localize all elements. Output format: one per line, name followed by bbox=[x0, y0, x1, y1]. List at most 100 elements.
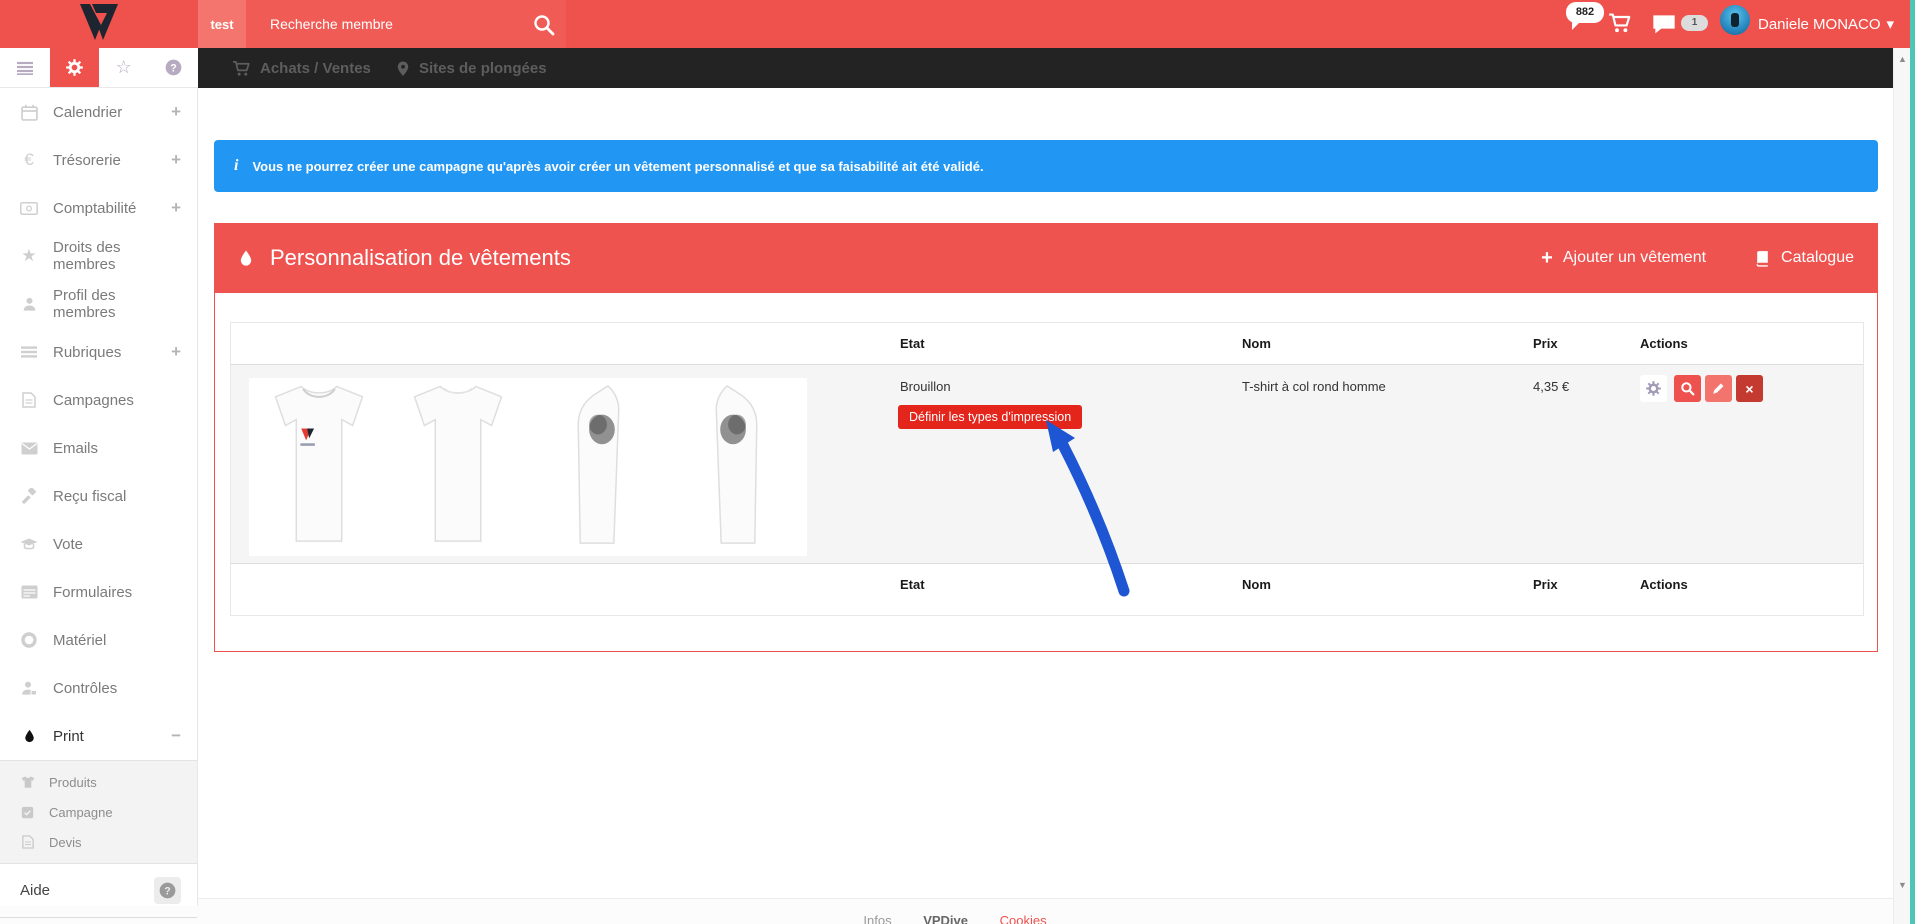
aide-row: Aide ? bbox=[0, 864, 197, 918]
product-image-front bbox=[249, 378, 389, 556]
banknote-icon bbox=[20, 199, 38, 217]
search-input[interactable] bbox=[246, 0, 526, 48]
nav-achats-ventes[interactable]: Achats / Ventes bbox=[232, 48, 371, 88]
submenu-item-produits[interactable]: Produits bbox=[0, 767, 197, 797]
product-image-side-left bbox=[668, 378, 808, 556]
tab-favorites[interactable]: ☆ bbox=[99, 48, 149, 87]
svg-text:?: ? bbox=[170, 62, 176, 74]
page-scrollbar[interactable]: ▲ ▼ bbox=[1893, 48, 1910, 924]
tab-settings[interactable] bbox=[50, 48, 100, 87]
org-chip[interactable]: test bbox=[198, 0, 246, 48]
expand-plus-icon[interactable]: + bbox=[171, 102, 181, 122]
row-actions: × bbox=[1640, 375, 1763, 402]
document-icon bbox=[20, 391, 38, 409]
list-icon bbox=[20, 343, 38, 361]
calendar-icon bbox=[20, 103, 38, 121]
submenu-item-campagne[interactable]: Campagne bbox=[0, 797, 197, 827]
delete-action-button[interactable]: × bbox=[1736, 375, 1763, 402]
view-action-button[interactable] bbox=[1674, 375, 1701, 402]
cart-icon[interactable] bbox=[1608, 12, 1632, 34]
edit-action-button[interactable] bbox=[1705, 375, 1732, 402]
aide-label: Aide bbox=[20, 882, 50, 899]
nav-label: Sites de plongées bbox=[419, 60, 547, 77]
scroll-up-arrow[interactable]: ▲ bbox=[1894, 54, 1911, 64]
print-submenu: Produits Campagne Devis bbox=[0, 760, 197, 864]
nav-label: Achats / Ventes bbox=[260, 60, 371, 77]
sidebar-item-campagnes[interactable]: Campagnes bbox=[0, 376, 197, 424]
collapse-minus-icon[interactable]: − bbox=[171, 726, 181, 746]
expand-plus-icon[interactable]: + bbox=[171, 342, 181, 362]
product-image-side-right bbox=[528, 378, 668, 556]
col-header-actions: Actions bbox=[1640, 336, 1688, 351]
user-name: Daniele MONACO bbox=[1758, 16, 1881, 33]
hamburger-icon bbox=[16, 61, 34, 75]
tab-menu[interactable] bbox=[0, 48, 50, 87]
svg-text:?: ? bbox=[164, 885, 170, 897]
avatar[interactable] bbox=[1720, 5, 1750, 35]
plus-icon: + bbox=[1541, 247, 1553, 270]
main-content: i Vous ne pourrez créer une campagne qu'… bbox=[198, 88, 1893, 898]
brand-logo[interactable] bbox=[72, 3, 118, 43]
star-outline-icon: ☆ bbox=[116, 57, 132, 78]
sidebar-item-calendrier[interactable]: Calendrier + bbox=[0, 88, 197, 136]
add-garment-button[interactable]: + Ajouter un vêtement bbox=[1541, 247, 1706, 270]
sidebar-item-print[interactable]: Print − bbox=[0, 712, 197, 760]
sidebar-item-controles[interactable]: Contrôles bbox=[0, 664, 197, 712]
table-header: Etat Nom Prix Actions bbox=[231, 323, 1863, 365]
sidebar-item-vote[interactable]: Vote bbox=[0, 520, 197, 568]
footer-link-infos[interactable]: Infos bbox=[863, 913, 891, 924]
garments-table: Etat Nom Prix Actions bbox=[230, 322, 1864, 616]
top-header: test 882 1 Daniele MONACO ▾ bbox=[0, 0, 1910, 48]
pencil-icon bbox=[1712, 382, 1725, 395]
col-footer-actions: Actions bbox=[1640, 577, 1688, 592]
chat-count-badge: 1 bbox=[1681, 15, 1708, 31]
window-edge bbox=[1910, 0, 1915, 924]
catalogue-button[interactable]: Catalogue bbox=[1754, 247, 1854, 270]
droplet-icon bbox=[20, 727, 38, 745]
sidebar-item-rubriques[interactable]: Rubriques + bbox=[0, 328, 197, 376]
user-menu[interactable]: Daniele MONACO ▾ bbox=[1758, 0, 1894, 48]
help-button[interactable]: ? bbox=[154, 877, 181, 904]
product-image-back bbox=[389, 378, 529, 556]
nav-sites-de-plongees[interactable]: Sites de plongées bbox=[396, 48, 547, 88]
sidebar-item-emails[interactable]: Emails bbox=[0, 424, 197, 472]
droplet-icon bbox=[238, 248, 254, 268]
search-box bbox=[246, 0, 566, 48]
sidebar-tab-strip: ☆ ? bbox=[0, 48, 198, 88]
col-header-etat: Etat bbox=[900, 336, 925, 351]
sidebar-item-comptabilite[interactable]: Comptabilité + bbox=[0, 184, 197, 232]
sidebar-item-formulaires[interactable]: Formulaires bbox=[0, 568, 197, 616]
gear-icon bbox=[1646, 381, 1661, 396]
notification-badge[interactable]: 882 bbox=[1566, 2, 1604, 23]
col-header-nom: Nom bbox=[1242, 336, 1271, 351]
clothing-panel: Personnalisation de vêtements + Ajouter … bbox=[214, 223, 1878, 652]
form-icon bbox=[20, 583, 38, 601]
footer-link-cookies[interactable]: Cookies bbox=[1000, 913, 1047, 924]
euro-icon: € bbox=[20, 151, 38, 169]
tshirt-icon bbox=[20, 775, 35, 790]
expand-plus-icon[interactable]: + bbox=[171, 150, 181, 170]
tab-help[interactable]: ? bbox=[149, 48, 199, 87]
chat-icon[interactable] bbox=[1652, 14, 1676, 34]
sidebar: Calendrier + € Trésorerie + Comptabilité… bbox=[0, 88, 198, 906]
define-print-types-button[interactable]: Définir les types d'impression bbox=[898, 405, 1082, 429]
sidebar-item-tresorerie[interactable]: € Trésorerie + bbox=[0, 136, 197, 184]
sidebar-item-profil-des-membres[interactable]: Profil des membres bbox=[0, 280, 197, 328]
page-footer: Infos VPDive Cookies bbox=[0, 898, 1910, 924]
submenu-item-devis[interactable]: Devis bbox=[0, 827, 197, 857]
star-icon: ★ bbox=[20, 247, 38, 265]
cart-icon bbox=[232, 60, 251, 77]
life-ring-icon bbox=[20, 631, 38, 649]
book-icon bbox=[1754, 250, 1771, 267]
sidebar-item-recu-fiscal[interactable]: Reçu fiscal bbox=[0, 472, 197, 520]
footer-link-vpdive[interactable]: VPDive bbox=[923, 913, 968, 924]
sidebar-item-droits-des-membres[interactable]: ★ Droits des membres bbox=[0, 232, 197, 280]
sidebar-item-materiel[interactable]: Matériel bbox=[0, 616, 197, 664]
info-banner: i Vous ne pourrez créer une campagne qu'… bbox=[214, 140, 1878, 192]
settings-action-button[interactable] bbox=[1640, 375, 1667, 402]
cell-nom: T-shirt à col rond homme bbox=[1242, 379, 1386, 394]
expand-plus-icon[interactable]: + bbox=[171, 198, 181, 218]
scroll-down-arrow[interactable]: ▼ bbox=[1894, 880, 1911, 890]
question-circle-icon: ? bbox=[159, 882, 176, 899]
search-icon[interactable] bbox=[532, 13, 556, 37]
